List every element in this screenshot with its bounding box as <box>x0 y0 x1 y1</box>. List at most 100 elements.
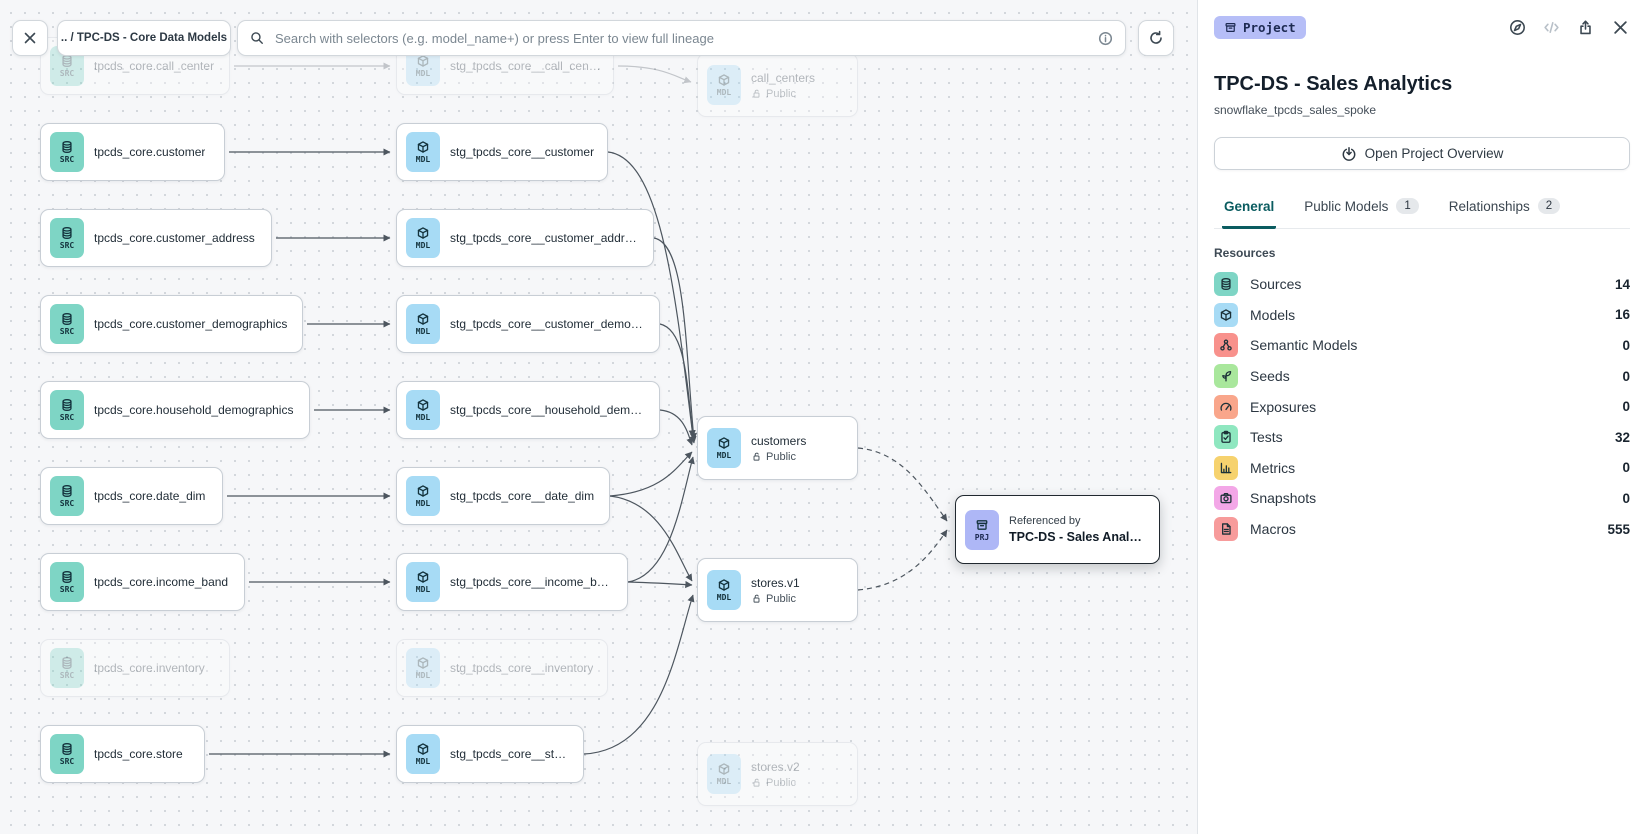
model-badge: MDL <box>406 390 440 430</box>
node-stg-customer-address[interactable]: MDL stg_tpcds_core__customer_address <box>396 209 654 267</box>
overview-icon <box>1341 146 1357 162</box>
node-label: stg_tpcds_core__income_band <box>450 575 615 589</box>
overview-button-label: Open Project Overview <box>1365 146 1504 161</box>
semantic-models-icon <box>1214 333 1238 357</box>
tab-label: General <box>1224 199 1274 214</box>
model-badge: MDL <box>406 218 440 258</box>
models-icon <box>1214 303 1238 327</box>
resource-count: 0 <box>1622 460 1630 475</box>
node-tpcds-core-date-dim[interactable]: SRC tpcds_core.date_dim <box>40 467 223 525</box>
close-icon <box>22 30 38 46</box>
node-call-centers[interactable]: MDL call_centers Public <box>697 53 858 117</box>
breadcrumb[interactable]: .. / TPC-DS - Core Data Models <box>57 20 231 56</box>
project-type-badge: Project <box>1214 16 1306 39</box>
node-label: stores.v1 <box>751 576 800 590</box>
lineage-canvas[interactable]: SRC tpcds_core.call_center MDL stg_tpcds… <box>0 0 1197 834</box>
resource-row-metrics[interactable]: Metrics 0 <box>1214 453 1630 484</box>
search-bar <box>237 20 1126 56</box>
node-label: stg_tpcds_core__inventory <box>450 661 593 675</box>
model-badge: MDL <box>707 570 741 610</box>
resource-row-snapshots[interactable]: Snapshots 0 <box>1214 483 1630 514</box>
visibility: Public <box>751 88 815 100</box>
node-stg-customer[interactable]: MDL stg_tpcds_core__customer <box>396 123 608 181</box>
resource-row-models[interactable]: Models 16 <box>1214 300 1630 331</box>
visibility: Public <box>751 593 800 605</box>
source-badge: SRC <box>50 476 84 516</box>
info-icon[interactable] <box>1098 31 1113 46</box>
resource-row-seeds[interactable]: Seeds 0 <box>1214 361 1630 392</box>
node-label: stg_tpcds_core__date_dim <box>450 489 594 503</box>
resource-row-tests[interactable]: Tests 32 <box>1214 422 1630 453</box>
model-badge: MDL <box>406 734 440 774</box>
node-label: stg_tpcds_core__customer <box>450 145 594 159</box>
node-label: stg_tpcds_core__call_center <box>450 59 601 73</box>
node-label: stg_tpcds_core__customer_address <box>450 231 641 245</box>
project-badge: PRJ <box>965 510 999 550</box>
node-stg-customer-demographics[interactable]: MDL stg_tpcds_core__customer_demogra… <box>396 295 660 353</box>
tab-general[interactable]: General <box>1222 188 1276 229</box>
resource-row-sources[interactable]: Sources 14 <box>1214 269 1630 300</box>
node-customers[interactable]: MDL customers Public <box>697 416 858 480</box>
node-stg-household-demographics[interactable]: MDL stg_tpcds_core__household_demogr… <box>396 381 660 439</box>
model-badge: MDL <box>406 562 440 602</box>
tests-icon <box>1214 425 1238 449</box>
source-badge: SRC <box>50 218 84 258</box>
resource-row-exposures[interactable]: Exposures 0 <box>1214 391 1630 422</box>
refresh-lineage-button[interactable] <box>1138 20 1174 56</box>
close-lineage-button[interactable] <box>12 20 48 56</box>
open-project-overview-button[interactable]: Open Project Overview <box>1214 137 1630 170</box>
resource-row-macros[interactable]: Macros 555 <box>1214 514 1630 545</box>
node-label: stg_tpcds_core__customer_demogra… <box>450 317 647 331</box>
node-stg-date-dim[interactable]: MDL stg_tpcds_core__date_dim <box>396 467 610 525</box>
resource-row-semantic-models[interactable]: Semantic Models 0 <box>1214 330 1630 361</box>
share-icon[interactable] <box>1577 19 1594 36</box>
referenced-by-label: Referenced by <box>1009 515 1147 527</box>
node-tpcds-core-household-demographics[interactable]: SRC tpcds_core.household_demographics <box>40 381 310 439</box>
resources-header: Resources <box>1214 246 1630 260</box>
search-input[interactable] <box>273 30 1089 47</box>
explore-lineage-icon[interactable] <box>1509 19 1526 36</box>
source-badge: SRC <box>50 132 84 172</box>
node-stores-v1[interactable]: MDL stores.v1 Public <box>697 558 858 622</box>
view-code-icon[interactable] <box>1543 19 1560 36</box>
node-label: tpcds_core.customer_demographics <box>94 317 287 331</box>
model-badge: MDL <box>707 754 741 794</box>
node-tpcds-core-customer-demographics[interactable]: SRC tpcds_core.customer_demographics <box>40 295 303 353</box>
resource-count: 32 <box>1615 430 1630 445</box>
visibility: Public <box>751 777 800 789</box>
project-name: TPC-DS - Sales Analytics <box>1009 530 1147 544</box>
close-panel-icon[interactable] <box>1611 18 1630 37</box>
source-badge: SRC <box>50 562 84 602</box>
node-project-tpcds-sales-analytics[interactable]: PRJ Referenced by TPC-DS - Sales Analyti… <box>955 495 1160 564</box>
tab-public-models[interactable]: Public Models 1 <box>1302 188 1420 229</box>
tab-relationships[interactable]: Relationships 2 <box>1447 188 1562 229</box>
node-tpcds-core-customer-address[interactable]: SRC tpcds_core.customer_address <box>40 209 272 267</box>
node-tpcds-core-income-band[interactable]: SRC tpcds_core.income_band <box>40 553 245 611</box>
model-badge: MDL <box>406 648 440 688</box>
node-label: tpcds_core.household_demographics <box>94 403 293 417</box>
resource-count: 0 <box>1622 369 1630 384</box>
node-label: call_centers <box>751 71 815 85</box>
node-stg-store[interactable]: MDL stg_tpcds_core__store <box>396 725 584 783</box>
node-stores-v2[interactable]: MDL stores.v2 Public <box>697 742 858 806</box>
node-label: tpcds_core.call_center <box>94 59 214 73</box>
source-badge: SRC <box>50 390 84 430</box>
node-stg-inventory[interactable]: MDL stg_tpcds_core__inventory <box>396 639 608 697</box>
resource-label: Tests <box>1250 429 1603 445</box>
resource-label: Seeds <box>1250 368 1610 384</box>
node-tpcds-core-inventory[interactable]: SRC tpcds_core.inventory <box>40 639 230 697</box>
model-badge: MDL <box>406 304 440 344</box>
resource-count: 555 <box>1607 522 1630 537</box>
tab-label: Public Models <box>1304 199 1388 214</box>
resource-label: Snapshots <box>1250 490 1610 506</box>
model-badge: MDL <box>406 476 440 516</box>
node-stg-income-band[interactable]: MDL stg_tpcds_core__income_band <box>396 553 628 611</box>
node-tpcds-core-store[interactable]: SRC tpcds_core.store <box>40 725 205 783</box>
node-tpcds-core-customer[interactable]: SRC tpcds_core.customer <box>40 123 225 181</box>
model-badge: MDL <box>707 65 741 105</box>
search-icon <box>250 31 264 45</box>
refresh-icon <box>1148 30 1164 46</box>
resource-label: Semantic Models <box>1250 337 1610 353</box>
resource-count: 14 <box>1615 277 1630 292</box>
tab-count-badge: 1 <box>1396 198 1418 214</box>
